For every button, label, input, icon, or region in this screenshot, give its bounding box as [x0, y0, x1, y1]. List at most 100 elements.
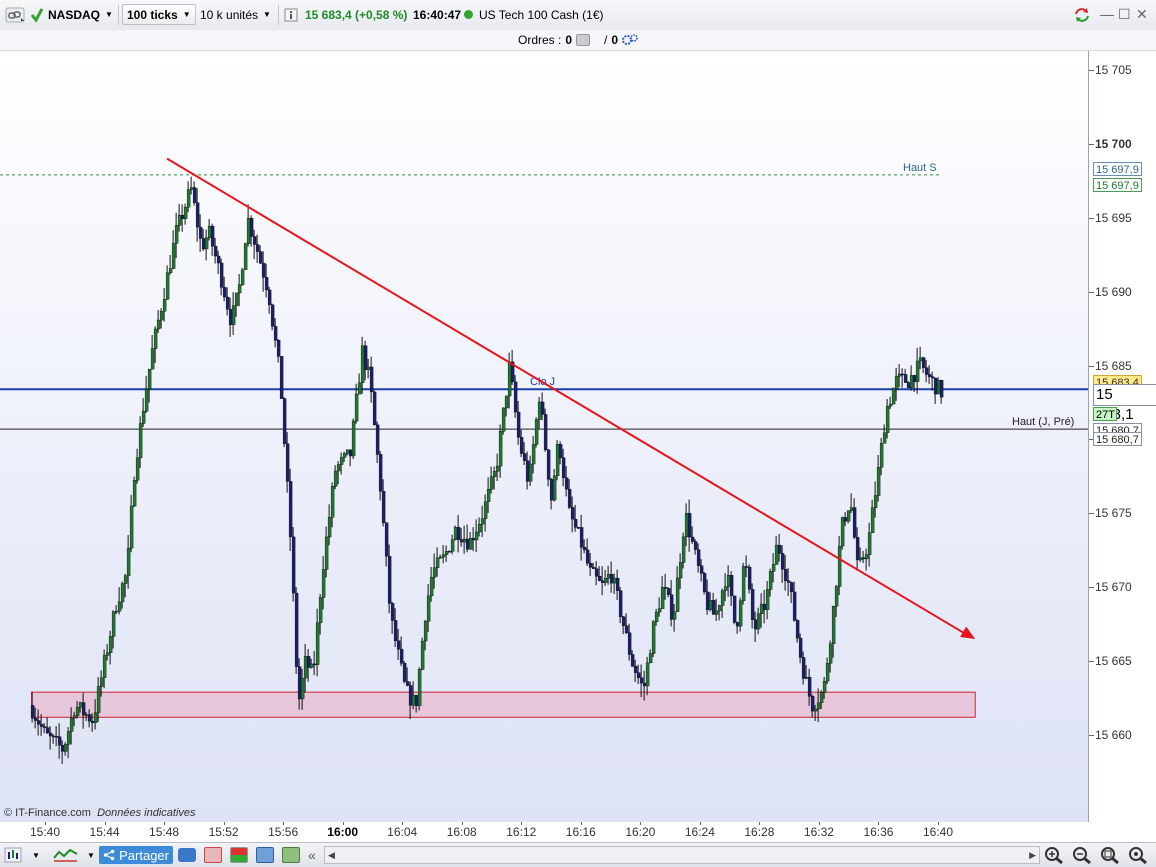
candle-body — [498, 431, 503, 467]
candle-body — [519, 437, 524, 454]
zoom-in-icon[interactable] — [1044, 846, 1066, 864]
close-icon[interactable]: ✕ — [1136, 6, 1148, 23]
orders-count-b: 0 — [611, 33, 619, 47]
candle-body — [672, 611, 677, 620]
size-selector[interactable]: 10 k unités ▼ — [200, 4, 271, 25]
chart-type-dropdown[interactable]: ▼ — [24, 846, 48, 864]
chart-plot-area[interactable]: Haut SClo JHaut (J, Pré) © IT-Finance.co… — [0, 51, 1088, 822]
maximize-icon[interactable]: ☐ — [1118, 6, 1131, 23]
price-tick-mark — [1089, 217, 1094, 219]
scroll-left-icon[interactable]: ◀ — [328, 850, 335, 861]
candle-body — [153, 328, 158, 349]
orders-list-icon[interactable] — [576, 34, 591, 46]
candle-body — [795, 620, 800, 639]
interval-selector[interactable]: 100 ticks ▼ — [122, 4, 196, 25]
candle-body — [348, 449, 353, 457]
candle-body — [867, 532, 872, 555]
candle-body — [702, 573, 707, 593]
candle-body — [189, 187, 194, 190]
candle-body — [237, 284, 242, 294]
quote-time: 16:40:47 — [413, 7, 462, 22]
time-tick-label: 15:56 — [268, 825, 299, 839]
alert-tool-icon[interactable] — [282, 846, 300, 864]
candle-body — [294, 592, 299, 667]
comment-icon[interactable] — [178, 846, 196, 864]
candle-body — [387, 556, 392, 604]
zoom-reset-icon[interactable] — [1100, 846, 1122, 864]
scroll-right-icon[interactable]: ▶ — [1029, 850, 1036, 861]
candle-body — [849, 507, 854, 511]
chart-type-icon[interactable] — [4, 846, 22, 864]
candle-body — [780, 553, 785, 570]
scroll-left-fast-icon[interactable]: « — [308, 846, 316, 864]
settings-gears-icon[interactable] — [622, 33, 638, 47]
time-axis[interactable]: 15:40 15:44 15:48 15:52 15:56 16:00 16:04 16:08… — [0, 822, 1088, 842]
info-icon[interactable] — [284, 4, 298, 25]
candle-body — [900, 373, 905, 376]
instrument-selector[interactable]: NASDAQ ▼ — [48, 4, 113, 25]
time-tick-label: 16:16 — [565, 825, 596, 839]
candle-body — [204, 237, 209, 250]
candle-body — [258, 251, 263, 264]
candle-body — [99, 677, 104, 687]
watchlist-toggle-icon[interactable] — [30, 4, 44, 25]
indicators-dropdown[interactable]: ▼ — [84, 846, 98, 864]
time-tick-mark — [283, 822, 285, 825]
price-chart[interactable]: Haut SClo JHaut (J, Pré) — [0, 51, 1088, 822]
candle-body — [315, 622, 320, 665]
candle-body — [399, 648, 404, 664]
size-value: 10 k unités — [200, 7, 259, 22]
candle-body — [174, 225, 179, 244]
candle-body — [552, 475, 557, 501]
candle-body — [888, 403, 893, 407]
trade-tool-icon[interactable] — [230, 846, 248, 864]
refresh-icon[interactable] — [1072, 4, 1092, 25]
fit-screen-icon[interactable] — [1128, 846, 1150, 864]
candle-body — [255, 244, 260, 252]
zoom-out-icon[interactable] — [1072, 846, 1094, 864]
time-tick-mark — [104, 822, 106, 825]
candle-body — [363, 345, 368, 370]
candle-body — [537, 401, 542, 420]
candle-body — [342, 453, 347, 458]
candle-body — [360, 345, 365, 383]
candle-body — [864, 554, 869, 560]
candle-body — [711, 600, 716, 615]
candle-body — [234, 292, 239, 306]
instrument-link-icon[interactable] — [4, 4, 28, 25]
candle-body — [873, 495, 878, 508]
price-tick-label: 15 665 — [1095, 654, 1132, 669]
price-tick-label: 15 670 — [1095, 580, 1132, 595]
time-tick-label: 16:00 — [327, 825, 359, 839]
candle-body — [177, 214, 182, 226]
price-axis[interactable]: 15 70515 70015 69515 69015 68515 68015 6… — [1088, 51, 1156, 822]
candle-body — [747, 566, 752, 590]
time-tick-label: 16:20 — [625, 825, 656, 839]
candle-body — [477, 523, 482, 533]
candle-body — [516, 411, 521, 438]
drawing-tool-icon[interactable] — [204, 846, 222, 864]
candle-body — [924, 367, 929, 375]
candle-body — [534, 419, 539, 445]
candle-body — [633, 665, 638, 673]
minimize-icon[interactable]: — — [1100, 6, 1114, 22]
indicators-icon[interactable] — [52, 846, 80, 864]
candle-body — [195, 202, 200, 228]
candle-body — [264, 277, 269, 291]
candle-body — [69, 717, 74, 732]
hline-label-haut-s: Haut S — [903, 162, 937, 174]
candle-body — [51, 735, 56, 738]
candle-body — [438, 556, 443, 559]
interval-value: 100 ticks — [127, 7, 178, 22]
screen-tool-icon[interactable] — [256, 846, 274, 864]
candle-body — [450, 539, 455, 552]
candle-body — [222, 287, 227, 298]
candle-body — [216, 255, 221, 264]
candle-body — [321, 569, 326, 598]
candle-body — [720, 590, 725, 606]
horizontal-scrollbar[interactable]: ◀ ▶ — [324, 846, 1040, 864]
candle-body — [90, 720, 95, 723]
share-button[interactable]: Partager — [99, 846, 173, 864]
time-tick-mark — [45, 822, 46, 825]
candle-body — [936, 380, 941, 395]
